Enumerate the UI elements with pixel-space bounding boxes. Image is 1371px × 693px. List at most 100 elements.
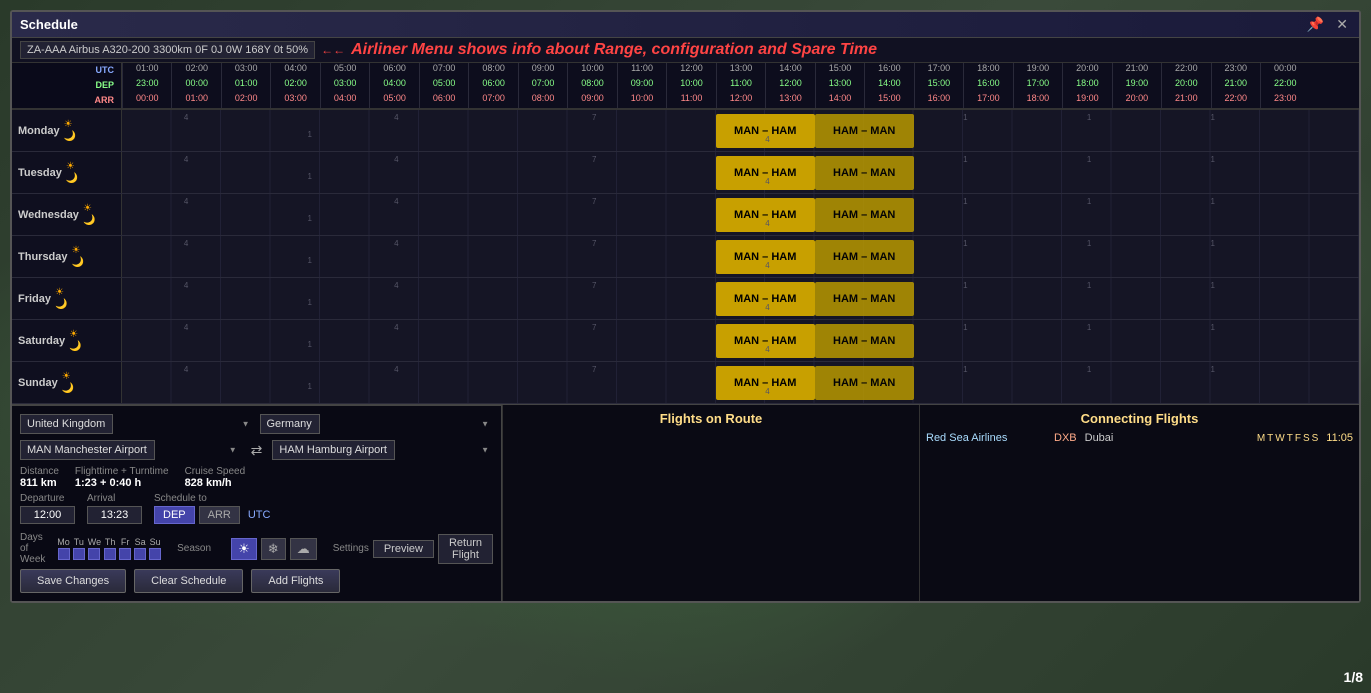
flight-ham-man[interactable]: HAM – MAN <box>815 366 914 400</box>
day-fr: Fr <box>119 537 131 560</box>
time-dep-22: 21:00 <box>1211 78 1260 93</box>
day-mo-checkbox[interactable] <box>58 548 70 560</box>
flighttime-value: 1:23 + 0:40 h <box>75 477 169 489</box>
flight-ham-man[interactable]: HAM – MAN <box>815 324 914 358</box>
grid-number: 4 <box>765 387 769 396</box>
day-th-checkbox[interactable] <box>104 548 116 560</box>
grid-number: 1 <box>308 298 312 307</box>
grid-number: 1 <box>1087 113 1091 122</box>
day-s1: S <box>1303 433 1310 444</box>
day-th: Th <box>104 537 116 560</box>
grid-number: 1 <box>308 172 312 181</box>
airport-code: DXB <box>1054 432 1077 444</box>
day-grid-wednesday[interactable]: MAN – HAMHAM – MAN44741111 <box>122 194 1359 235</box>
grid-number: 1 <box>963 281 967 290</box>
pin-button[interactable]: 📌 <box>1304 16 1327 33</box>
season-cloud-btn[interactable]: ☁ <box>290 538 317 560</box>
time-arr-14: 14:00 <box>815 93 864 108</box>
arrival-input[interactable] <box>87 506 142 524</box>
flight-ham-man[interactable]: HAM – MAN <box>815 114 914 148</box>
time-utc-6: 07:00 <box>419 63 468 78</box>
close-button[interactable]: ✕ <box>1333 16 1351 33</box>
preview-button[interactable]: Preview <box>373 540 434 558</box>
time-arr-7: 07:00 <box>468 93 517 108</box>
grid-number: 4 <box>184 281 188 290</box>
dep-button[interactable]: DEP <box>154 506 195 524</box>
flight-ham-man[interactable]: HAM – MAN <box>815 282 914 316</box>
grid-number: 1 <box>963 113 967 122</box>
arr-button[interactable]: ARR <box>199 506 240 524</box>
add-flights-button[interactable]: Add Flights <box>251 569 340 593</box>
departure-label: Departure <box>20 493 75 504</box>
day-sa-checkbox[interactable] <box>134 548 146 560</box>
moon-icon: 🌙 <box>69 341 81 352</box>
time-dep-23: 22:00 <box>1260 78 1309 93</box>
day-fr-checkbox[interactable] <box>119 548 131 560</box>
day-tu: Tu <box>73 537 85 560</box>
window-title: Schedule <box>20 17 78 32</box>
grid-number: 1 <box>308 130 312 139</box>
time-utc-11: 12:00 <box>666 63 715 78</box>
day-grid-thursday[interactable]: MAN – HAMHAM – MAN44741111 <box>122 236 1359 277</box>
day-we-checkbox[interactable] <box>88 548 100 560</box>
flight-ham-man[interactable]: HAM – MAN <box>815 240 914 274</box>
grid-number: 1 <box>963 197 967 206</box>
arrival-label: Arrival <box>87 493 142 504</box>
time-utc-23: 00:00 <box>1260 63 1309 78</box>
airliner-info[interactable]: ZA-AAA Airbus A320-200 3300km 0F 0J 0W 1… <box>20 41 315 59</box>
moon-icon: 🌙 <box>64 131 76 142</box>
day-su: Su <box>149 537 161 560</box>
arrival-field: Arrival <box>87 493 142 524</box>
dest-airport-wrapper: HAM Hamburg Airport <box>272 440 493 460</box>
return-flight-button[interactable]: Return Flight <box>438 534 493 564</box>
time-utc-17: 18:00 <box>963 63 1012 78</box>
origin-country-wrapper: United Kingdom <box>20 414 254 434</box>
arr-time-row: 00:0001:0002:0003:0004:0005:0006:0007:00… <box>122 93 1359 108</box>
day-grid-tuesday[interactable]: MAN – HAMHAM – MAN44741111 <box>122 152 1359 193</box>
day-grid-friday[interactable]: MAN – HAMHAM – MAN44741111 <box>122 278 1359 319</box>
utc-button: UTC <box>248 509 271 521</box>
day-grid-monday[interactable]: MAN – HAMHAM – MAN44741111 <box>122 110 1359 151</box>
time-arr-15: 15:00 <box>864 93 913 108</box>
settings-label: Settings <box>333 543 369 554</box>
flight-ham-man[interactable]: HAM – MAN <box>815 198 914 232</box>
origin-airport-select[interactable]: MAN Manchester Airport <box>20 440 155 460</box>
schedule-body: Monday ☀ 🌙 MAN – HAMHAM – MAN44741111Tue… <box>12 110 1359 404</box>
clear-schedule-button[interactable]: Clear Schedule <box>134 569 243 593</box>
day-tu-checkbox[interactable] <box>73 548 85 560</box>
flight-ham-man[interactable]: HAM – MAN <box>815 156 914 190</box>
dest-airport-select[interactable]: HAM Hamburg Airport <box>272 440 395 460</box>
day-su-checkbox[interactable] <box>149 548 161 560</box>
day-grid-saturday[interactable]: MAN – HAMHAM – MAN44741111 <box>122 320 1359 361</box>
origin-country-select[interactable]: United Kingdom <box>20 414 113 434</box>
time-dep-11: 10:00 <box>666 78 715 93</box>
day-checkboxes: Mo Tu We Th <box>57 537 161 560</box>
time-dep-5: 04:00 <box>369 78 418 93</box>
time-utc-1: 02:00 <box>171 63 220 78</box>
time-dep-21: 20:00 <box>1161 78 1210 93</box>
connecting-flights-title: Connecting Flights <box>926 411 1353 426</box>
day-grid-sunday[interactable]: MAN – HAMHAM – MAN44741111 <box>122 362 1359 403</box>
season-summer-btn[interactable]: ☀ <box>231 538 257 560</box>
grid-number: 1 <box>963 323 967 332</box>
dest-country-select[interactable]: Germany <box>260 414 320 434</box>
swap-icon[interactable]: ⇄ <box>247 442 267 459</box>
grid-number: 4 <box>184 155 188 164</box>
day-name-thursday: Thursday ☀ 🌙 <box>12 236 122 277</box>
schedule-to-section: Schedule to DEP ARR UTC <box>154 493 270 524</box>
departure-input[interactable] <box>20 506 75 524</box>
page-counter: 1/8 <box>1344 669 1363 685</box>
cruise-speed-label: Cruise Speed <box>185 466 246 477</box>
grid-number: 1 <box>308 256 312 265</box>
time-arr-12: 12:00 <box>716 93 765 108</box>
time-utc-4: 05:00 <box>320 63 369 78</box>
grid-number: 1 <box>963 239 967 248</box>
time-dep-16: 15:00 <box>914 78 963 93</box>
airliner-bar: ZA-AAA Airbus A320-200 3300km 0F 0J 0W 1… <box>12 38 1359 63</box>
grid-number: 7 <box>592 365 596 374</box>
season-winter-btn[interactable]: ❄ <box>261 538 286 560</box>
time-arr-8: 08:00 <box>518 93 567 108</box>
time-utc-21: 22:00 <box>1161 63 1210 78</box>
time-utc-0: 01:00 <box>122 63 171 78</box>
save-changes-button[interactable]: Save Changes <box>20 569 126 593</box>
